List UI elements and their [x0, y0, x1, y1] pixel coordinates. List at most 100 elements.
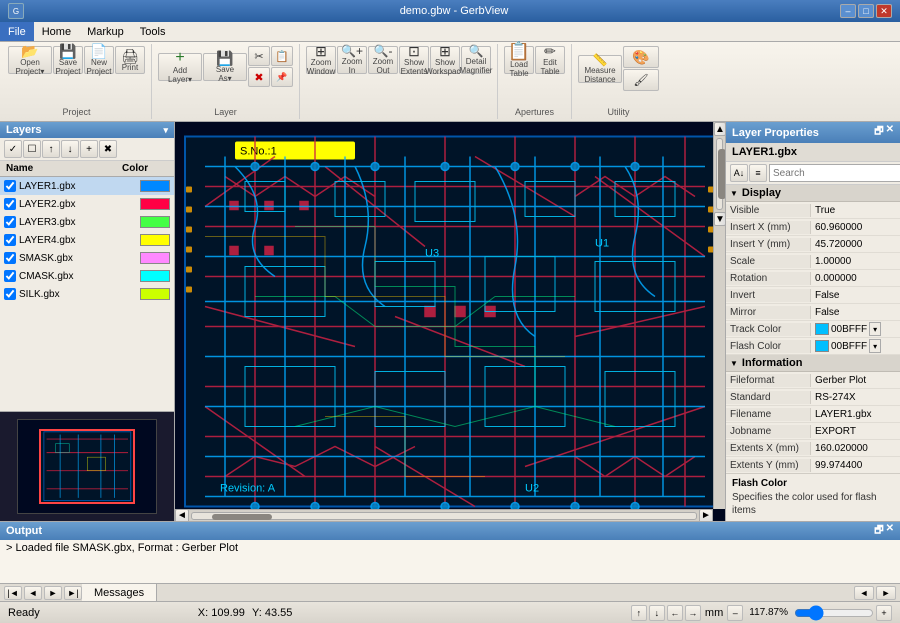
edit-table-button[interactable]: ✏ EditTable [535, 46, 565, 74]
menu-tools[interactable]: Tools [132, 22, 174, 41]
maximize-button[interactable]: □ [858, 4, 874, 18]
close-button[interactable]: ✕ [876, 4, 892, 18]
prop-extents-x-name: Extents X (mm) [726, 442, 811, 455]
layer-check[interactable] [4, 288, 16, 300]
layer-check[interactable] [4, 270, 16, 282]
layer-list: LAYER1.gbx LAYER2.gbx LAYER3.gbx LAYER4.… [0, 177, 174, 411]
color-tool-2[interactable]: 🖌 [623, 69, 659, 91]
delete-button[interactable]: ✖ [248, 67, 270, 87]
nav-first-btn[interactable]: |◄ [4, 586, 22, 600]
show-workspace-button[interactable]: ⊞ ShowWorkspace [430, 46, 460, 74]
layer-check[interactable] [4, 216, 16, 228]
zoom-in-button[interactable]: 🔍+ ZoomIn [337, 46, 367, 74]
properties-panel-header: Layer Properties 🗗 ✕ [726, 122, 900, 143]
menu-file[interactable]: File [0, 22, 34, 41]
layer-row[interactable]: CMASK.gbx [0, 267, 174, 285]
properties-close-btn[interactable]: ✕ [886, 124, 894, 141]
copy-button[interactable]: 📋 [271, 46, 293, 66]
pcb-canvas[interactable]: S.No.:1 [175, 122, 725, 521]
scroll-left-btn[interactable]: ◄ [175, 509, 189, 522]
display-section-header[interactable]: ▼ Display [726, 185, 900, 202]
layer-check[interactable] [4, 198, 16, 210]
status-y-val: 43.55 [265, 607, 293, 619]
layer-row[interactable]: SILK.gbx [0, 285, 174, 303]
zoom-window-button[interactable]: ⊞ ZoomWindow [306, 46, 336, 74]
color-tool-1[interactable]: 🎨 [623, 46, 659, 68]
scroll-thumb-h[interactable] [212, 514, 272, 520]
status-x-label: X: [198, 607, 208, 619]
toolbar-group-apertures-label: Apertures [515, 105, 554, 117]
layers-up[interactable]: ↑ [42, 140, 60, 158]
scroll-thumb-v[interactable] [718, 149, 725, 199]
canvas-scrollbar-horizontal[interactable]: ◄ ► [175, 509, 713, 521]
layer-color-swatch [140, 180, 170, 192]
scroll-right-btn[interactable]: ► [699, 509, 713, 522]
cut-button[interactable]: ✂ [248, 46, 270, 66]
sort-category-btn[interactable]: ≡ [749, 164, 767, 182]
layers-check-all[interactable]: ✓ [4, 140, 22, 158]
layers-down[interactable]: ↓ [61, 140, 79, 158]
nav-down-btn[interactable]: ↓ [649, 605, 665, 621]
nav-right-arrow[interactable]: → [685, 605, 701, 621]
nav-prev-btn[interactable]: ◄ [24, 586, 42, 600]
layer-color-swatch [140, 216, 170, 228]
layers-delete[interactable]: ✖ [99, 140, 117, 158]
nav-left-arrow[interactable]: ← [667, 605, 683, 621]
nav-last-btn[interactable]: ►| [64, 586, 82, 600]
new-project-button[interactable]: 📄 NewProject [84, 46, 114, 74]
detail-magnifier-button[interactable]: 🔍 DetailMagnifier [461, 46, 491, 74]
menu-bar: File Home Markup Tools [0, 22, 900, 42]
layer-row[interactable]: LAYER2.gbx [0, 195, 174, 213]
track-color-btn[interactable]: ▾ [869, 322, 881, 336]
layer-row[interactable]: LAYER4.gbx [0, 231, 174, 249]
menu-markup[interactable]: Markup [79, 22, 132, 41]
layers-panel-close[interactable]: ▾ [163, 125, 168, 136]
save-project-button[interactable]: 💾 SaveProject [53, 46, 83, 74]
menu-home[interactable]: Home [34, 22, 79, 41]
measure-distance-button[interactable]: 📏 MeasureDistance [578, 55, 622, 83]
layers-uncheck-all[interactable]: ☐ [23, 140, 41, 158]
layer-name: SMASK.gbx [19, 253, 136, 264]
status-right: ↑ ↓ ← → mm – 117.87% + [631, 605, 892, 621]
prop-standard-val: RS-274X [811, 391, 900, 404]
layer-check[interactable] [4, 234, 16, 246]
prop-insert-y-name: Insert Y (mm) [726, 238, 811, 251]
sort-az-btn[interactable]: A↓ [730, 164, 748, 182]
load-table-button[interactable]: 📋 LoadTable [504, 46, 534, 74]
add-layer-button[interactable]: + AddLayer▾ [158, 53, 202, 81]
properties-float-btn[interactable]: 🗗 [874, 124, 883, 141]
flash-color-text: 00BFFF [831, 341, 867, 352]
tab-messages[interactable]: Messages [82, 584, 157, 601]
zoom-slider[interactable] [794, 605, 874, 621]
scroll-down-btn[interactable]: ▼ [714, 212, 725, 226]
canvas-scrollbar-vertical[interactable]: ▲ ▼ [713, 122, 725, 509]
prop-mirror: Mirror False [726, 304, 900, 321]
nav-next-btn[interactable]: ► [44, 586, 62, 600]
layer-row[interactable]: LAYER1.gbx [0, 177, 174, 195]
save-as-button[interactable]: 💾 SaveAs▾ [203, 53, 247, 81]
properties-search-input[interactable] [769, 164, 900, 182]
output-float-btn[interactable]: 🗗 [874, 523, 883, 540]
title-bar: G demo.gbw - GerbView – □ ✕ [0, 0, 900, 22]
nav-up-btn[interactable]: ↑ [631, 605, 647, 621]
flash-color-btn[interactable]: ▾ [869, 339, 881, 353]
zoom-out-button[interactable]: 🔍- ZoomOut [368, 46, 398, 74]
zoom-minus-btn[interactable]: – [727, 605, 743, 621]
zoom-plus-btn[interactable]: + [876, 605, 892, 621]
layer-row[interactable]: SMASK.gbx [0, 249, 174, 267]
output-close-btn[interactable]: ✕ [886, 523, 894, 540]
output-scroll-left[interactable]: ◄ [854, 586, 874, 600]
print-button[interactable]: 🖨 Print [115, 46, 145, 74]
minimize-button[interactable]: – [840, 4, 856, 18]
output-scroll-right[interactable]: ► [876, 586, 896, 600]
information-section-header[interactable]: ▼ Information [726, 355, 900, 372]
paste-button[interactable]: 📌 [271, 67, 293, 87]
layer-check[interactable] [4, 252, 16, 264]
layer-check[interactable] [4, 180, 16, 192]
scroll-up-btn[interactable]: ▲ [714, 122, 725, 136]
information-section-label: Information [742, 357, 803, 369]
open-project-button[interactable]: 📂 OpenProject▾ [8, 46, 52, 74]
track-color-text: 00BFFF [831, 324, 867, 335]
layers-add[interactable]: + [80, 140, 98, 158]
layer-row[interactable]: LAYER3.gbx [0, 213, 174, 231]
